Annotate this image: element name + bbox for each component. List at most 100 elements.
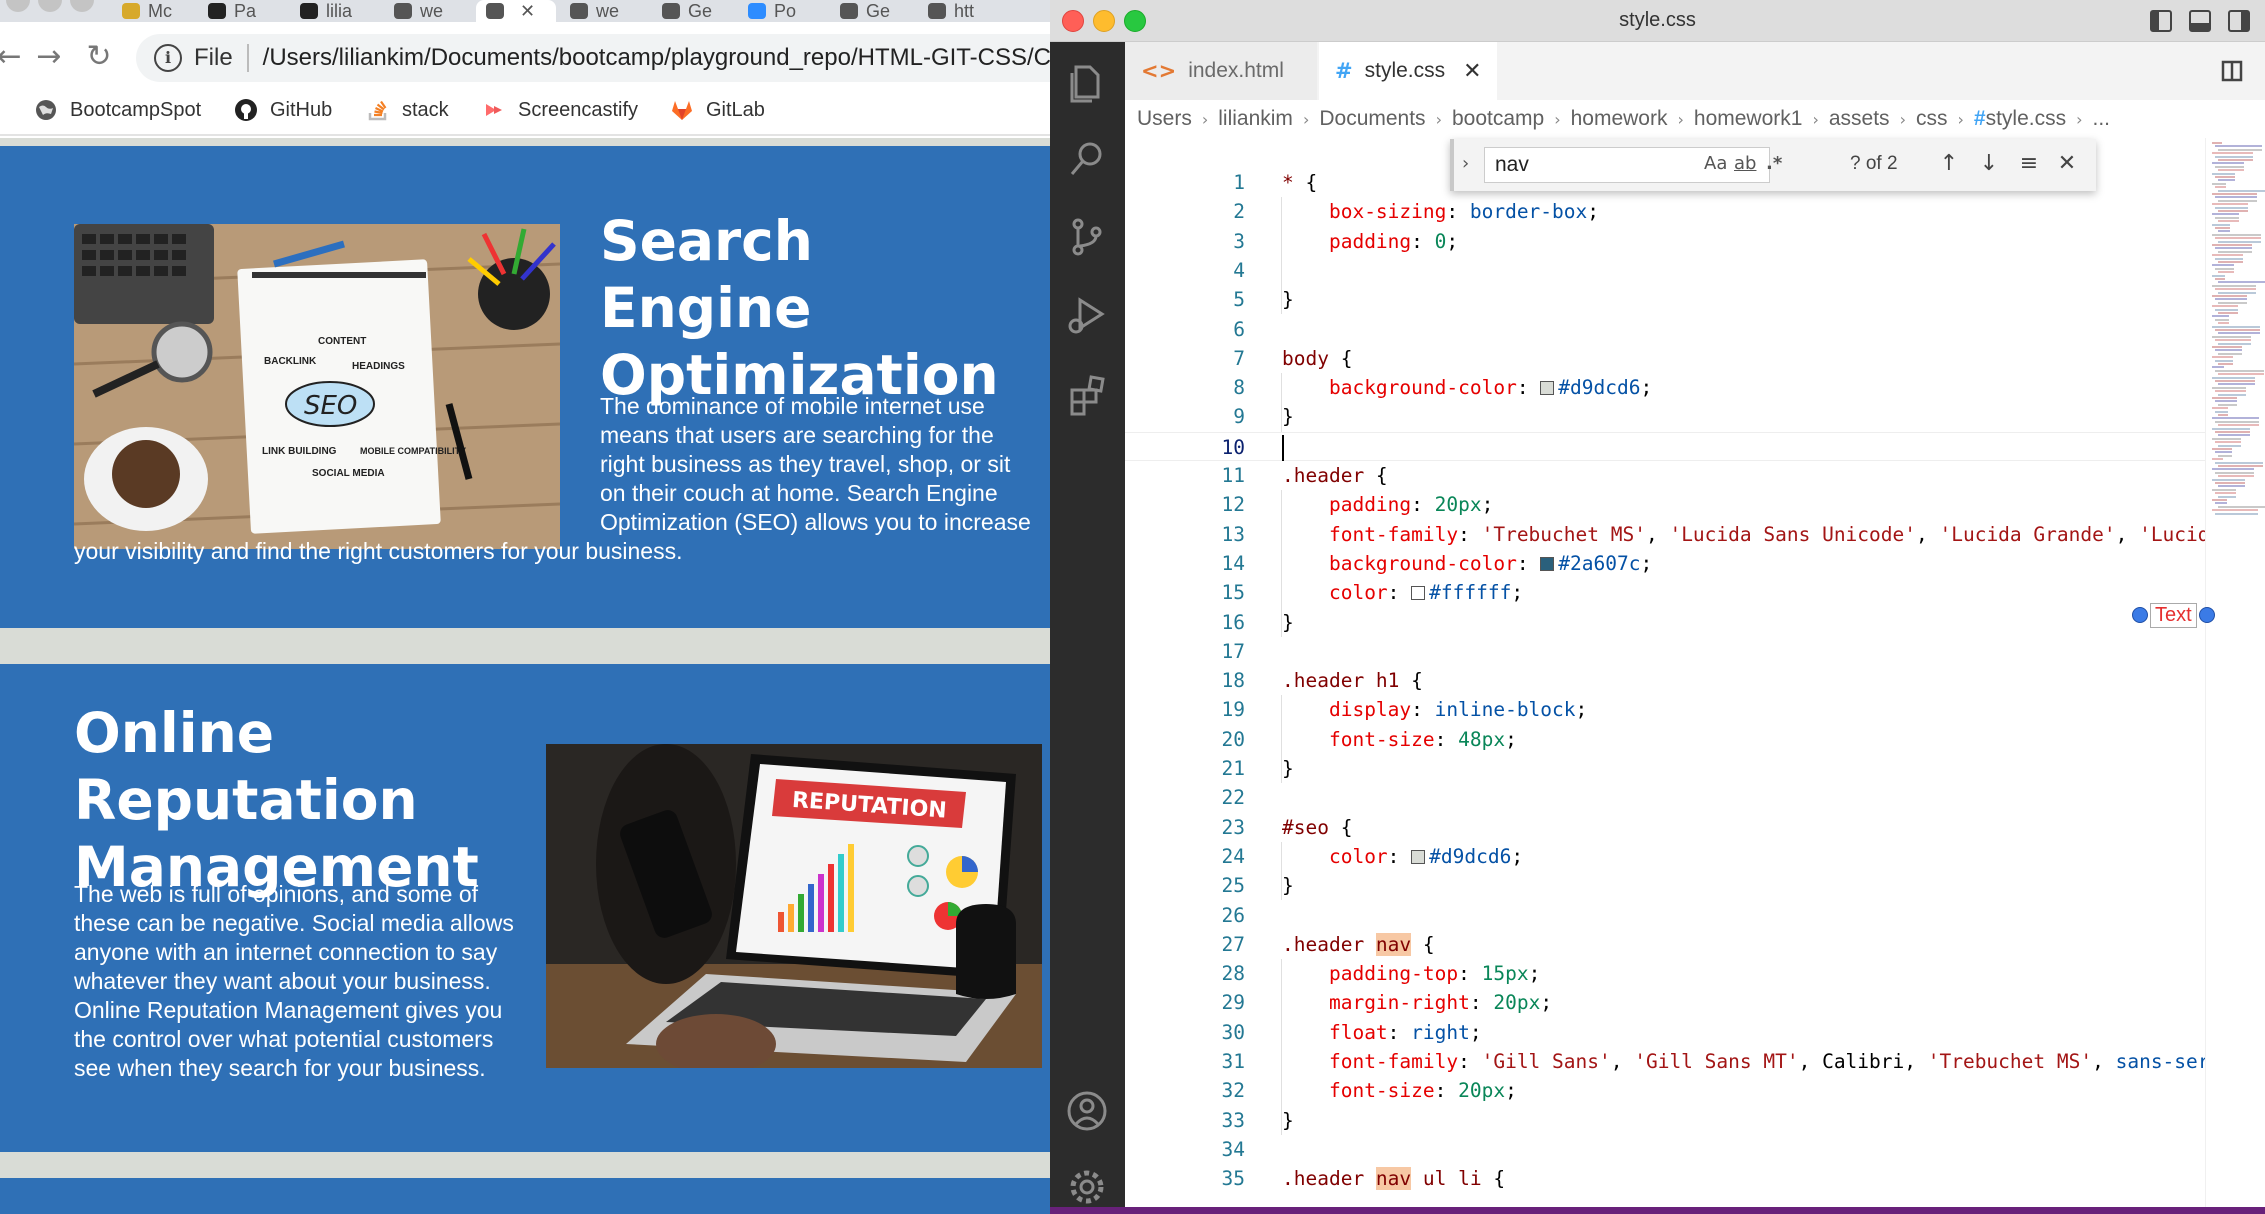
code-line[interactable]: 26 <box>1125 901 2205 930</box>
code-line[interactable]: 35 .header nav ul li { <box>1125 1164 2205 1193</box>
code-text[interactable]: padding: 0; <box>1282 227 1458 256</box>
window-close-button[interactable] <box>6 0 30 12</box>
code-text[interactable]: color: #ffffff; <box>1282 578 1523 607</box>
breadcrumb-item[interactable]: homework <box>1571 107 1668 131</box>
code-line[interactable]: 19 display: inline-block; <box>1125 695 2205 724</box>
browser-tab[interactable]: Po <box>738 0 826 22</box>
split-editor-icon[interactable] <box>2221 60 2243 82</box>
code-line[interactable]: 18 .header h1 { <box>1125 666 2205 695</box>
code-line[interactable]: 32 font-size: 20px; <box>1125 1076 2205 1105</box>
code-text[interactable]: #seo { <box>1282 813 1352 842</box>
color-swatch-icon[interactable] <box>1411 849 1426 864</box>
code-text[interactable]: } <box>1282 754 1294 783</box>
window-minimize-button[interactable] <box>38 0 62 12</box>
browser-tab[interactable]: htt <box>918 0 1008 22</box>
breadcrumb-item[interactable]: ... <box>2092 107 2110 131</box>
color-swatch-icon[interactable] <box>1540 381 1555 396</box>
code-line[interactable]: 21} <box>1125 754 2205 783</box>
code-line[interactable]: 7 body { <box>1125 344 2205 373</box>
code-line[interactable]: 15 color: #ffffff; <box>1125 578 2205 607</box>
code-line[interactable]: 12 padding: 20px; <box>1125 490 2205 519</box>
toggle-sidebar-icon[interactable] <box>2150 10 2172 32</box>
code-line[interactable]: 3 padding: 0; <box>1125 227 2205 256</box>
window-zoom-button[interactable] <box>70 0 94 12</box>
code-line[interactable]: 24 color: #d9dcd6; <box>1125 842 2205 871</box>
code-editor[interactable]: 1 * {2 box-sizing: border-box; 3 padding: … <box>1125 138 2205 1214</box>
match-case-icon[interactable]: Aa <box>1704 153 1727 174</box>
code-line[interactable]: 9} <box>1125 402 2205 431</box>
code-line[interactable]: 4 <box>1125 256 2205 285</box>
search-icon[interactable] <box>1062 134 1112 184</box>
browser-tab[interactable]: we <box>384 0 472 22</box>
breadcrumb-item[interactable]: bootcamp <box>1452 107 1544 131</box>
back-icon[interactable]: ← <box>0 40 26 74</box>
code-text[interactable]: box-sizing: border-box; <box>1282 197 1599 226</box>
browser-tab[interactable]: Mc <box>112 0 194 22</box>
next-match-icon[interactable]: ↓ <box>1974 149 2004 179</box>
breadcrumb-item[interactable]: assets <box>1829 107 1890 131</box>
close-tab-icon[interactable]: ✕ <box>1463 59 1481 84</box>
code-line[interactable]: 34 <box>1125 1135 2205 1164</box>
code-line[interactable]: 10 <box>1125 431 2205 461</box>
tab-style-css[interactable]: # style.css ✕ <box>1319 42 1497 100</box>
code-line[interactable]: 17 <box>1125 637 2205 666</box>
browser-tab[interactable]: lilia <box>290 0 380 22</box>
code-line[interactable]: 33} <box>1125 1106 2205 1135</box>
bookmark-bootcampspot[interactable]: BootcampSpot <box>34 98 201 122</box>
breadcrumb-item[interactable]: Users <box>1137 107 1192 131</box>
find-in-selection-icon[interactable]: ≡ <box>2014 149 2044 179</box>
code-line[interactable]: 6 <box>1125 315 2205 344</box>
bookmark-screencastify[interactable]: Screencastify <box>482 98 638 122</box>
account-icon[interactable] <box>1062 1086 1112 1136</box>
code-line[interactable]: 23 #seo { <box>1125 813 2205 842</box>
code-text[interactable]: * { <box>1282 168 1317 197</box>
browser-tab[interactable]: Ge <box>652 0 734 22</box>
code-text[interactable]: .header nav ul li { <box>1282 1164 1505 1193</box>
code-line[interactable]: 5} <box>1125 285 2205 314</box>
code-line[interactable]: 20 font-size: 48px; <box>1125 725 2205 754</box>
handle-end-dot[interactable] <box>2198 607 2215 623</box>
toggle-replace-icon[interactable]: › <box>1462 153 1469 174</box>
settings-gear-icon[interactable] <box>1062 1162 1112 1212</box>
color-swatch-icon[interactable] <box>1411 586 1426 601</box>
code-text[interactable]: body { <box>1282 344 1352 373</box>
code-line[interactable]: 16} <box>1125 608 2205 637</box>
code-text[interactable]: color: #d9dcd6; <box>1282 842 1523 871</box>
code-line[interactable]: 22 <box>1125 783 2205 812</box>
code-line[interactable]: 8 background-color: #d9dcd6; <box>1125 373 2205 402</box>
code-text[interactable]: font-family: 'Trebuchet MS', 'Lucida San… <box>1282 520 2205 549</box>
browser-tab[interactable]: Ge <box>830 0 914 22</box>
code-text[interactable]: } <box>1282 871 1294 900</box>
url-text[interactable]: /Users/liliankim/Documents/bootcamp/play… <box>263 44 1050 72</box>
code-line[interactable]: 27 .header nav { <box>1125 930 2205 959</box>
code-text[interactable]: font-size: 48px; <box>1282 725 1517 754</box>
close-tab-icon[interactable]: ✕ <box>520 1 535 22</box>
code-line[interactable]: 31 font-family: 'Gill Sans', 'Gill Sans … <box>1125 1047 2205 1076</box>
text-overlay-handle[interactable]: Text <box>2132 601 2215 629</box>
forward-icon[interactable]: → <box>32 40 66 74</box>
code-text[interactable]: } <box>1282 1106 1294 1135</box>
extensions-icon[interactable] <box>1062 368 1112 418</box>
code-line[interactable]: 29 margin-right: 20px; <box>1125 988 2205 1017</box>
code-text[interactable]: margin-right: 20px; <box>1282 988 1552 1017</box>
site-info-icon[interactable]: i <box>154 44 182 72</box>
code-line[interactable]: 30 float: right; <box>1125 1018 2205 1047</box>
code-line[interactable]: 2 box-sizing: border-box; <box>1125 197 2205 226</box>
code-text[interactable]: padding: 20px; <box>1282 490 1493 519</box>
breadcrumb-item[interactable]: liliankim <box>1218 107 1293 131</box>
code-text[interactable]: padding-top: 15px; <box>1282 959 1540 988</box>
code-line[interactable]: 14 background-color: #2a607c; <box>1125 549 2205 578</box>
code-text[interactable]: } <box>1282 285 1294 314</box>
breadcrumb-item[interactable]: homework1 <box>1694 107 1803 131</box>
code-text[interactable]: background-color: #2a607c; <box>1282 549 1652 578</box>
regex-icon[interactable]: .* <box>1766 153 1782 174</box>
toggle-panel-icon[interactable] <box>2189 10 2211 32</box>
close-find-icon[interactable]: ✕ <box>2052 149 2082 179</box>
code-line[interactable]: 13 font-family: 'Trebuchet MS', 'Lucida … <box>1125 520 2205 549</box>
source-control-icon[interactable] <box>1062 212 1112 262</box>
breadcrumb-item[interactable]: css <box>1916 107 1948 131</box>
tab-index-html[interactable]: <> index.html <box>1125 42 1317 100</box>
code-text[interactable]: display: inline-block; <box>1282 695 1587 724</box>
bookmark-github[interactable]: GitHub <box>234 98 332 122</box>
browser-tab[interactable]: we <box>560 0 648 22</box>
